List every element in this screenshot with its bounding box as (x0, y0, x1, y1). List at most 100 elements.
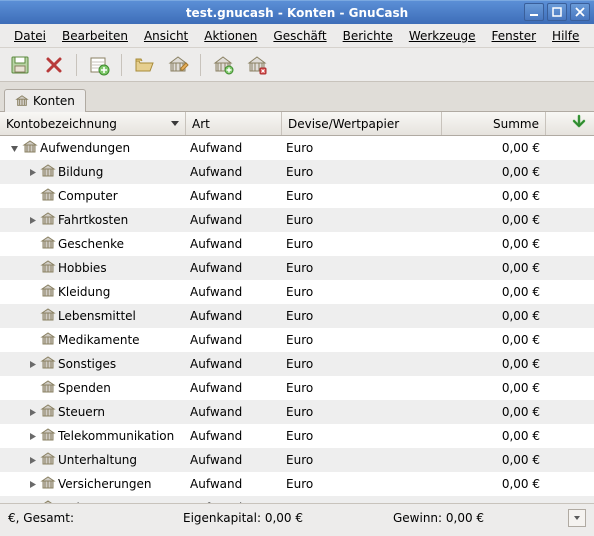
window-close-button[interactable] (570, 3, 590, 21)
account-row[interactable]: BildungAufwandEuro0,00 € (0, 160, 594, 184)
cell-account-type: Aufwand (186, 477, 282, 491)
cell-account-type: Aufwand (186, 381, 282, 395)
column-header-type[interactable]: Art (186, 112, 282, 135)
status-total: €, Gesamt: (8, 511, 183, 525)
cell-account-name: Medikamente (0, 331, 186, 350)
account-row[interactable]: SonstigesAufwandEuro0,00 € (0, 352, 594, 376)
toolbar-separator (121, 54, 122, 76)
new-account-icon (88, 54, 110, 76)
account-name-text: Steuern (58, 405, 105, 419)
toolbar-edit-account-button[interactable] (164, 51, 192, 79)
account-row[interactable]: KleidungAufwandEuro0,00 € (0, 280, 594, 304)
account-row[interactable]: FahrtkostenAufwandEuro0,00 € (0, 208, 594, 232)
expander-spacer (26, 334, 38, 346)
tree-expander[interactable] (26, 214, 38, 226)
cell-account-currency: Euro (282, 333, 442, 347)
expander-spacer (26, 286, 38, 298)
cell-account-sum: 0,00 € (442, 453, 546, 467)
toolbar-new-account-button[interactable] (85, 51, 113, 79)
status-dropdown-button[interactable] (568, 509, 586, 527)
menu-business[interactable]: Geschäft (265, 27, 334, 45)
account-row[interactable]: GeschenkeAufwandEuro0,00 € (0, 232, 594, 256)
account-row[interactable]: HobbiesAufwandEuro0,00 € (0, 256, 594, 280)
toolbar-save-button[interactable] (6, 51, 34, 79)
menu-tools[interactable]: Werkzeuge (401, 27, 484, 45)
tab-bar: Konten (0, 82, 594, 112)
toolbar-close-button[interactable] (40, 51, 68, 79)
tab-label: Konten (33, 94, 75, 108)
tree-expander[interactable] (26, 502, 38, 503)
action-arrow-icon (570, 113, 588, 134)
toolbar-separator (76, 54, 77, 76)
bank-icon (40, 427, 56, 446)
tree-expander[interactable] (26, 166, 38, 178)
cell-account-name: Kleidung (0, 283, 186, 302)
menu-view[interactable]: Ansicht (136, 27, 196, 45)
cell-account-name: Steuern (0, 403, 186, 422)
cell-account-sum: 0,00 € (442, 333, 546, 347)
menu-windows[interactable]: Fenster (484, 27, 545, 45)
window-maximize-button[interactable] (547, 3, 567, 21)
cell-account-name: Wohnen (0, 499, 186, 504)
tree-expander[interactable] (26, 406, 38, 418)
account-row[interactable]: MedikamenteAufwandEuro0,00 € (0, 328, 594, 352)
account-name-text: Telekommunikation (58, 429, 174, 443)
cell-account-sum: 0,00 € (442, 141, 546, 155)
bank-icon (22, 139, 38, 158)
account-row[interactable]: AufwendungenAufwandEuro0,00 € (0, 136, 594, 160)
menu-reports[interactable]: Berichte (335, 27, 401, 45)
account-name-text: Versicherungen (58, 477, 152, 491)
toolbar (0, 48, 594, 82)
tree-expander[interactable] (8, 142, 20, 154)
toolbar-open-button[interactable] (130, 51, 158, 79)
account-row[interactable]: SteuernAufwandEuro0,00 € (0, 400, 594, 424)
bank-edit-icon (167, 54, 189, 76)
menu-actions[interactable]: Aktionen (196, 27, 265, 45)
toolbar-new-bank-button[interactable] (209, 51, 237, 79)
cell-account-type: Aufwand (186, 261, 282, 275)
bank-icon (40, 163, 56, 182)
cell-account-type: Aufwand (186, 309, 282, 323)
account-row[interactable]: VersicherungenAufwandEuro0,00 € (0, 472, 594, 496)
cell-account-sum: 0,00 € (442, 357, 546, 371)
account-row[interactable]: WohnenAufwandEuro0,00 € (0, 496, 594, 503)
account-tree[interactable]: AufwendungenAufwandEuro0,00 €BildungAufw… (0, 136, 594, 503)
cell-account-currency: Euro (282, 405, 442, 419)
cell-account-sum: 0,00 € (442, 501, 546, 503)
cell-account-sum: 0,00 € (442, 189, 546, 203)
menubar: Datei Bearbeiten Ansicht Aktionen Geschä… (0, 24, 594, 48)
account-name-text: Fahrtkosten (58, 213, 128, 227)
account-row[interactable]: ComputerAufwandEuro0,00 € (0, 184, 594, 208)
account-row[interactable]: UnterhaltungAufwandEuro0,00 € (0, 448, 594, 472)
cell-account-name: Aufwendungen (0, 139, 186, 158)
tree-expander[interactable] (26, 478, 38, 490)
menu-edit[interactable]: Bearbeiten (54, 27, 136, 45)
window-minimize-button[interactable] (524, 3, 544, 21)
cell-account-name: Bildung (0, 163, 186, 182)
toolbar-delete-bank-button[interactable] (243, 51, 271, 79)
tree-expander[interactable] (26, 430, 38, 442)
account-row[interactable]: TelekommunikationAufwandEuro0,00 € (0, 424, 594, 448)
column-header-total[interactable]: Summe (442, 112, 546, 135)
tab-accounts[interactable]: Konten (4, 89, 86, 112)
cell-account-currency: Euro (282, 429, 442, 443)
account-name-text: Spenden (58, 381, 111, 395)
column-header-action[interactable] (546, 112, 594, 135)
status-bar: €, Gesamt: Eigenkapital: 0,00 € Gewinn: … (0, 503, 594, 531)
tree-expander[interactable] (26, 454, 38, 466)
bank-icon (40, 379, 56, 398)
cell-account-sum: 0,00 € (442, 381, 546, 395)
cell-account-type: Aufwand (186, 501, 282, 503)
cell-account-currency: Euro (282, 213, 442, 227)
bank-delete-icon (246, 54, 268, 76)
tree-expander[interactable] (26, 358, 38, 370)
bank-new-icon (212, 54, 234, 76)
account-row[interactable]: LebensmittelAufwandEuro0,00 € (0, 304, 594, 328)
column-header-name[interactable]: Kontobezeichnung (0, 112, 186, 135)
cell-account-name: Unterhaltung (0, 451, 186, 470)
menu-help[interactable]: Hilfe (544, 27, 587, 45)
column-header-currency[interactable]: Devise/Wertpapier (282, 112, 442, 135)
menu-file[interactable]: Datei (6, 27, 54, 45)
account-name-text: Hobbies (58, 261, 107, 275)
account-row[interactable]: SpendenAufwandEuro0,00 € (0, 376, 594, 400)
